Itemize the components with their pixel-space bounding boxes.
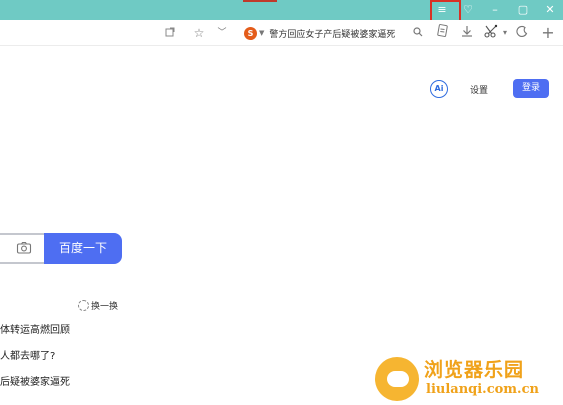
watermark-url: liulanqi.com.cn [426, 382, 539, 397]
camera-icon[interactable] [16, 240, 32, 256]
share-icon[interactable] [163, 24, 177, 42]
bookmark-star-icon[interactable]: ☆ [191, 24, 207, 42]
refresh-label: 换一换 [91, 302, 119, 312]
close-button[interactable]: ✕ [541, 2, 559, 18]
site-watermark: 浏览器乐园 liulanqi.com.cn [375, 355, 555, 401]
hotlist-item[interactable]: 体转运高燃回顾 [0, 321, 70, 336]
hotlist-item[interactable]: 人都去哪了? [0, 347, 55, 362]
night-mode-icon[interactable] [514, 24, 530, 42]
download-icon[interactable] [459, 24, 475, 42]
refresh-icon [78, 300, 89, 311]
minimize-button[interactable]: – [486, 2, 504, 18]
search-button[interactable]: 百度一下 [44, 233, 122, 264]
browser-toolbar: ☆ ﹀ S ▼ 警方回应女子产后疑被婆家逼死 ▾ + [0, 20, 563, 46]
refresh-hotlist-button[interactable]: 换一换 [78, 299, 118, 312]
watermark-title: 浏览器乐园 [424, 359, 525, 381]
skin-icon[interactable]: ♡ [459, 2, 477, 18]
watermark-logo-inner [387, 371, 409, 387]
caret-down-icon: ▼ [259, 29, 265, 37]
search-icon[interactable] [411, 24, 425, 42]
scissors-dropdown-icon[interactable]: ▾ [501, 24, 509, 42]
login-button[interactable]: 登录 [513, 79, 549, 98]
hot-search-suggestion[interactable]: S ▼ 警方回应女子产后疑被婆家逼死 [244, 24, 395, 42]
chevron-down-icon[interactable]: ﹀ [216, 24, 228, 42]
new-tab-plus-icon[interactable]: + [540, 24, 556, 42]
hot-search-text: 警方回应女子产后疑被婆家逼死 [269, 29, 396, 40]
hotlist-item[interactable]: 后疑被婆家逼死 [0, 373, 70, 388]
scissors-icon[interactable] [482, 24, 500, 42]
search-engine-logo-icon: S [244, 26, 257, 40]
restore-button[interactable]: ▢ [514, 2, 532, 18]
ai-assistant-icon[interactable]: Ai [430, 80, 448, 98]
settings-link[interactable]: 设置 [470, 83, 488, 96]
browser-title-bar: ≡ ♡ – ▢ ✕ [0, 0, 563, 20]
title-highlight-mark [243, 0, 277, 2]
notes-icon[interactable] [434, 24, 450, 42]
watermark-logo-icon [375, 357, 419, 401]
